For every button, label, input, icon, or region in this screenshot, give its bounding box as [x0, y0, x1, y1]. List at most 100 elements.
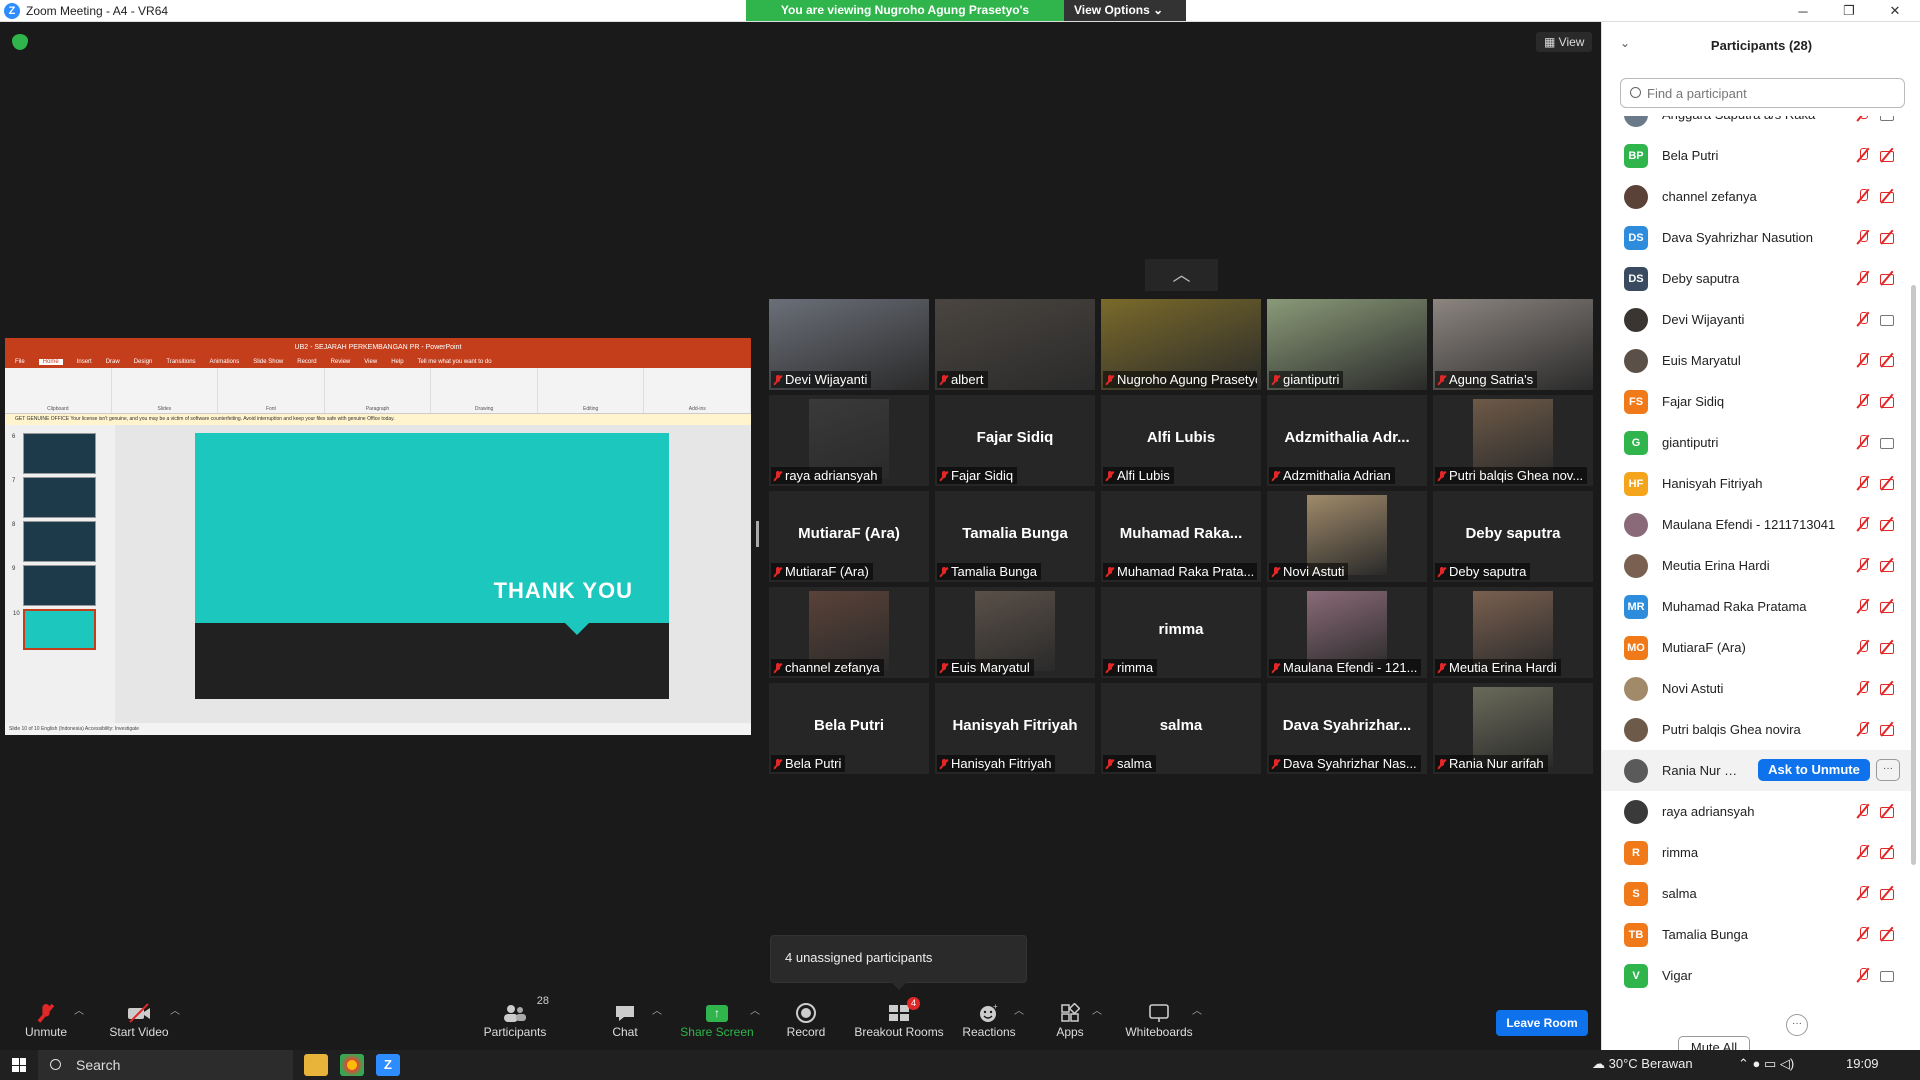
- participant-row[interactable]: Putri balqis Ghea novira: [1602, 709, 1912, 750]
- participant-row[interactable]: TB Tamalia Bunga: [1602, 914, 1912, 955]
- participants-panel-title: Participants (28): [1710, 37, 1813, 53]
- participant-status-icons: [1856, 352, 1898, 368]
- video-tile[interactable]: Deby saputra Deby saputra: [1433, 491, 1593, 582]
- share-options-caret[interactable]: ︿: [750, 1002, 760, 1017]
- video-tile[interactable]: albert: [935, 299, 1095, 390]
- participant-row[interactable]: raya adriansyah: [1602, 791, 1912, 832]
- system-tray-icons[interactable]: ⌃ ● ▭ ◁): [1738, 1056, 1794, 1072]
- video-tile[interactable]: Muhamad Raka... Muhamad Raka Prata...: [1101, 491, 1261, 582]
- view-button[interactable]: ▦ View: [1536, 32, 1593, 52]
- participant-row[interactable]: Novi Astuti: [1602, 668, 1912, 709]
- weather-widget[interactable]: ☁ 30°C Berawan: [1592, 1056, 1693, 1072]
- chrome-icon[interactable]: [340, 1054, 364, 1076]
- ask-to-unmute-button[interactable]: Ask to Unmute: [1758, 759, 1870, 781]
- participant-row[interactable]: HF Hanisyah Fitriyah: [1602, 463, 1912, 504]
- avatar: [1624, 184, 1648, 209]
- participant-row[interactable]: Rania Nur arif... Ask to Unmute ···: [1602, 750, 1912, 791]
- video-tile[interactable]: giantiputri: [1267, 299, 1427, 390]
- tile-name-label: giantiputri: [1269, 371, 1344, 388]
- video-tile[interactable]: Bela Putri Bela Putri: [769, 683, 929, 774]
- participant-row[interactable]: Rrimma: [1602, 832, 1912, 873]
- close-button[interactable]: ✕: [1872, 0, 1918, 22]
- video-tile[interactable]: Maulana Efendi - 121...: [1267, 587, 1427, 678]
- participant-row[interactable]: DS Deby saputra: [1602, 258, 1912, 299]
- apps-options-caret[interactable]: ︿: [1092, 1002, 1102, 1017]
- video-options-caret[interactable]: ︿: [170, 1002, 180, 1017]
- camera-off-icon: [1880, 885, 1898, 901]
- unmute-button[interactable]: Unmute: [20, 990, 72, 1050]
- taskbar-search[interactable]: Search: [38, 1050, 293, 1080]
- reactions-options-caret[interactable]: ︿: [1014, 1002, 1024, 1017]
- participant-row[interactable]: Devi Wijayanti: [1602, 299, 1912, 340]
- video-tile[interactable]: Devi Wijayanti: [769, 299, 929, 390]
- video-tile[interactable]: Hanisyah Fitriyah Hanisyah Fitriyah: [935, 683, 1095, 774]
- participant-row[interactable]: channel zefanya: [1602, 176, 1912, 217]
- zoom-taskbar-icon[interactable]: Z: [376, 1054, 400, 1076]
- video-tile[interactable]: Tamalia Bunga Tamalia Bunga: [935, 491, 1095, 582]
- restore-button[interactable]: ❐: [1826, 0, 1872, 22]
- chat-button[interactable]: Chat: [605, 990, 645, 1050]
- video-tile[interactable]: Rania Nur arifah: [1433, 683, 1593, 774]
- video-tile[interactable]: Meutia Erina Hardi: [1433, 587, 1593, 678]
- video-tile[interactable]: salma salma: [1101, 683, 1261, 774]
- minimize-button[interactable]: ─: [1780, 0, 1826, 22]
- participant-row[interactable]: Meutia Erina Hardi: [1602, 545, 1912, 586]
- ppt-ribbon-group-label: Slides: [157, 406, 172, 412]
- file-explorer-icon[interactable]: [304, 1054, 328, 1076]
- video-tile[interactable]: MutiaraF (Ara) MutiaraF (Ara): [769, 491, 929, 582]
- ppt-ribbon-group: Editing: [538, 368, 645, 413]
- taskbar-clock[interactable]: 19:09: [1846, 1056, 1879, 1071]
- participant-row[interactable]: Euis Maryatul: [1602, 340, 1912, 381]
- video-tile[interactable]: Putri balqis Ghea nov...: [1433, 395, 1593, 486]
- participant-row[interactable]: Ssalma: [1602, 873, 1912, 914]
- chat-options-caret[interactable]: ︿: [652, 1002, 662, 1017]
- view-options-button[interactable]: View Options ⌄: [1064, 0, 1186, 21]
- video-tile[interactable]: Dava Syahrizhar... Dava Syahrizhar Nas...: [1267, 683, 1427, 774]
- participant-row[interactable]: Maulana Efendi - 1211713041: [1602, 504, 1912, 545]
- participant-row[interactable]: BP Bela Putri: [1602, 135, 1912, 176]
- video-tile[interactable]: rimma rimma: [1101, 587, 1261, 678]
- breakout-rooms-button[interactable]: 4 Breakout Rooms: [852, 990, 946, 1050]
- participant-row[interactable]: MR Muhamad Raka Pratama: [1602, 586, 1912, 627]
- participant-row[interactable]: V Vigar: [1602, 955, 1912, 996]
- reactions-button[interactable]: + Reactions: [962, 990, 1016, 1050]
- start-video-button[interactable]: Start Video: [104, 990, 174, 1050]
- collapse-gallery-button[interactable]: ︿: [1145, 259, 1218, 291]
- video-tile[interactable]: Agung Satria's: [1433, 299, 1593, 390]
- whiteboards-options-caret[interactable]: ︿: [1192, 1002, 1202, 1017]
- video-tile[interactable]: Alfi Lubis Alfi Lubis: [1101, 395, 1261, 486]
- video-tile[interactable]: channel zefanya: [769, 587, 929, 678]
- participant-more-button[interactable]: ···: [1876, 759, 1900, 781]
- panel-more-button[interactable]: ···: [1786, 1014, 1808, 1036]
- whiteboards-button[interactable]: Whiteboards: [1124, 990, 1194, 1050]
- windows-start-icon[interactable]: [12, 1058, 26, 1072]
- participant-list-scrollbar[interactable]: [1911, 285, 1916, 865]
- participant-status-icons: [1856, 926, 1898, 942]
- video-tile[interactable]: Nugroho Agung Prasetyo: [1101, 299, 1261, 390]
- mic-muted-icon: [1856, 926, 1870, 942]
- participant-row[interactable]: DS Dava Syahrizhar Nasution: [1602, 217, 1912, 258]
- slide-notch: [565, 623, 589, 635]
- apps-button[interactable]: Apps: [1054, 990, 1086, 1050]
- video-tile[interactable]: Novi Astuti: [1267, 491, 1427, 582]
- participant-row[interactable]: MO MutiaraF (Ara): [1602, 627, 1912, 668]
- video-tile[interactable]: Fajar Sidiq Fajar Sidiq: [935, 395, 1095, 486]
- tile-display-name: MutiaraF (Ara): [798, 525, 900, 542]
- participants-button[interactable]: 28 Participants: [480, 990, 550, 1050]
- audio-options-caret[interactable]: ︿: [74, 1002, 84, 1017]
- leave-room-button[interactable]: Leave Room: [1496, 1010, 1588, 1036]
- camera-off-icon: [1880, 598, 1898, 614]
- ppt-tab: View: [364, 359, 378, 365]
- video-tile[interactable]: Adzmithalia Adr... Adzmithalia Adrian: [1267, 395, 1427, 486]
- video-tile[interactable]: raya adriansyah: [769, 395, 929, 486]
- record-button[interactable]: Record: [786, 990, 826, 1050]
- participant-row[interactable]: Anggara Saputra a/s Raka: [1602, 116, 1912, 135]
- shared-screen: UB2 - SEJARAH PERKEMBANGAN PR - PowerPoi…: [5, 338, 752, 735]
- video-tile[interactable]: Euis Maryatul: [935, 587, 1095, 678]
- participant-search-input[interactable]: Find a participant: [1620, 78, 1905, 108]
- share-screen-button[interactable]: ↑ Share Screen: [680, 990, 754, 1050]
- participant-row[interactable]: FS Fajar Sidiq: [1602, 381, 1912, 422]
- participant-status-icons: [1856, 967, 1898, 983]
- split-divider-handle[interactable]: [756, 521, 759, 547]
- participant-row[interactable]: Ggiantiputri: [1602, 422, 1912, 463]
